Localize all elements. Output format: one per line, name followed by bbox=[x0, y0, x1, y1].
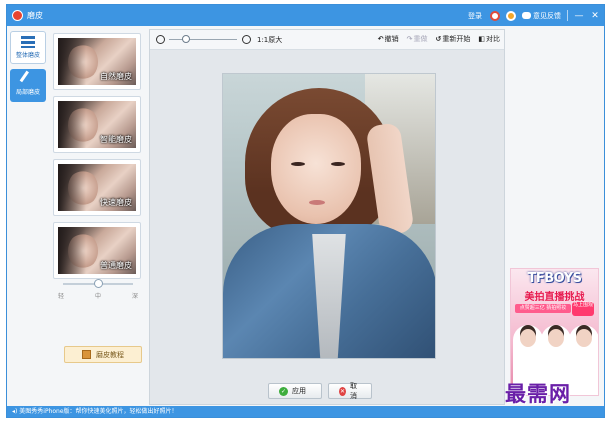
app-window: 磨皮 登录 意见反馈 — ✕ 整体磨皮 局部磨皮 自然磨皮 智能磨皮 快速磨皮 … bbox=[6, 4, 605, 418]
zoom-slider[interactable] bbox=[169, 35, 237, 43]
close-button[interactable]: ✕ bbox=[590, 10, 600, 22]
tutorial-button[interactable]: 磨皮教程 bbox=[64, 346, 142, 363]
filter-natural[interactable]: 自然磨皮 bbox=[53, 33, 141, 90]
speaker-icon: ◂) bbox=[12, 408, 18, 415]
redo-icon: ↷ bbox=[406, 35, 413, 43]
window-title: 磨皮 bbox=[27, 11, 43, 20]
image-toolbar: 1:1原大 ↶撤销 ↷重做 ↺重新开始 ◧对比 bbox=[150, 30, 504, 50]
restart-label: 重新开始 bbox=[442, 35, 471, 43]
ad-person-head bbox=[548, 329, 564, 347]
canvas-area: 1:1原大 ↶撤销 ↷重做 ↺重新开始 ◧对比 ✓ 应用 ✕ 取消 bbox=[149, 29, 505, 405]
filter-label: 智能磨皮 bbox=[100, 135, 132, 144]
zoom-out-icon[interactable] bbox=[156, 35, 165, 44]
filter-label: 普通磨皮 bbox=[100, 261, 132, 270]
ad-banner[interactable]: TFBOYS 美拍直播挑战 点赞超三亿 猜拍照妆 马上围观 bbox=[510, 268, 599, 396]
login-link[interactable]: 登录 bbox=[468, 11, 482, 21]
tutorial-label: 磨皮教程 bbox=[96, 350, 124, 359]
slider-track[interactable] bbox=[63, 279, 133, 288]
ad-cta-button[interactable]: 马上围观 bbox=[572, 302, 594, 316]
redo-label: 重做 bbox=[413, 35, 428, 43]
tab-label: 局部磨皮 bbox=[15, 89, 40, 96]
restart-icon: ↺ bbox=[435, 35, 442, 43]
layers-icon bbox=[21, 36, 35, 48]
strength-slider[interactable]: 轻 中 深 bbox=[55, 279, 139, 300]
filter-list: 自然磨皮 智能磨皮 快速磨皮 普通磨皮 轻 中 深 磨皮教程 bbox=[51, 29, 146, 399]
app-logo-icon bbox=[12, 10, 23, 21]
zoom-in-icon[interactable] bbox=[242, 35, 251, 44]
apply-button[interactable]: ✓ 应用 bbox=[268, 383, 322, 399]
restart-button[interactable]: ↺重新开始 bbox=[436, 34, 471, 44]
cancel-label: 取消 bbox=[350, 382, 358, 400]
photo-eye bbox=[291, 162, 305, 166]
filter-smart[interactable]: 智能磨皮 bbox=[53, 96, 141, 153]
photo-preview[interactable] bbox=[222, 73, 436, 359]
redo-button[interactable]: ↷重做 bbox=[407, 34, 428, 44]
box-icon bbox=[82, 350, 91, 359]
filter-thumbnail: 自然磨皮 bbox=[58, 38, 136, 85]
filter-thumbnail: 快速磨皮 bbox=[58, 164, 136, 211]
weibo-icon[interactable] bbox=[506, 10, 516, 21]
ad-person bbox=[569, 325, 598, 395]
compare-button[interactable]: ◧对比 bbox=[478, 34, 500, 44]
divider bbox=[567, 10, 568, 21]
ad-person-head bbox=[520, 329, 536, 347]
photo-face bbox=[271, 114, 361, 224]
cancel-button[interactable]: ✕ 取消 bbox=[328, 382, 372, 400]
filter-normal[interactable]: 普通磨皮 bbox=[53, 222, 141, 279]
ad-title: TFBOYS bbox=[527, 271, 582, 286]
filter-label: 自然磨皮 bbox=[100, 72, 132, 81]
zoom-handle[interactable] bbox=[182, 35, 190, 43]
undo-label: 撤销 bbox=[384, 35, 399, 43]
compare-icon: ◧ bbox=[478, 35, 485, 43]
slider-label-light: 轻 bbox=[58, 293, 65, 300]
slider-label-deep: 深 bbox=[131, 293, 138, 300]
undo-icon: ↶ bbox=[377, 35, 384, 43]
apply-label: 应用 bbox=[292, 387, 306, 395]
filter-thumbnail: 普通磨皮 bbox=[58, 227, 136, 274]
photo-eye bbox=[331, 162, 345, 166]
chat-icon bbox=[522, 12, 531, 19]
brush-icon bbox=[19, 70, 37, 88]
slider-label-medium: 中 bbox=[94, 293, 101, 300]
ad-subtitle: 美拍直播挑战 bbox=[524, 292, 585, 303]
close-icon: ✕ bbox=[339, 386, 347, 396]
user-icon[interactable] bbox=[490, 10, 500, 21]
title-bar: 磨皮 登录 意见反馈 — ✕ bbox=[7, 5, 604, 26]
filter-label: 快速磨皮 bbox=[100, 198, 132, 207]
minimize-button[interactable]: — bbox=[574, 10, 584, 22]
slider-handle[interactable] bbox=[93, 279, 103, 288]
ad-person-head bbox=[576, 329, 592, 347]
compare-label: 对比 bbox=[486, 35, 500, 43]
photo-lips bbox=[309, 200, 325, 205]
check-icon: ✓ bbox=[279, 386, 288, 396]
undo-button[interactable]: ↶撤销 bbox=[378, 34, 399, 44]
filter-quick[interactable]: 快速磨皮 bbox=[53, 159, 141, 216]
feedback-button[interactable]: 意见反馈 bbox=[522, 11, 561, 21]
ad-line: 点赞超三亿 猜拍照妆 bbox=[515, 304, 571, 313]
watermark: 最需网 bbox=[505, 381, 571, 406]
tab-label: 整体磨皮 bbox=[15, 52, 40, 59]
feedback-label: 意见反馈 bbox=[533, 11, 561, 20]
actual-size-button[interactable]: 1:1原大 bbox=[257, 35, 282, 45]
filter-thumbnail: 智能磨皮 bbox=[58, 101, 136, 148]
status-text: 美图秀秀iPhone版：帮你快速美化照片，轻松做出好照片！ bbox=[19, 408, 178, 415]
tab-local-smoothing[interactable]: 局部磨皮 bbox=[10, 69, 46, 102]
tab-whole-smoothing[interactable]: 整体磨皮 bbox=[10, 31, 46, 64]
